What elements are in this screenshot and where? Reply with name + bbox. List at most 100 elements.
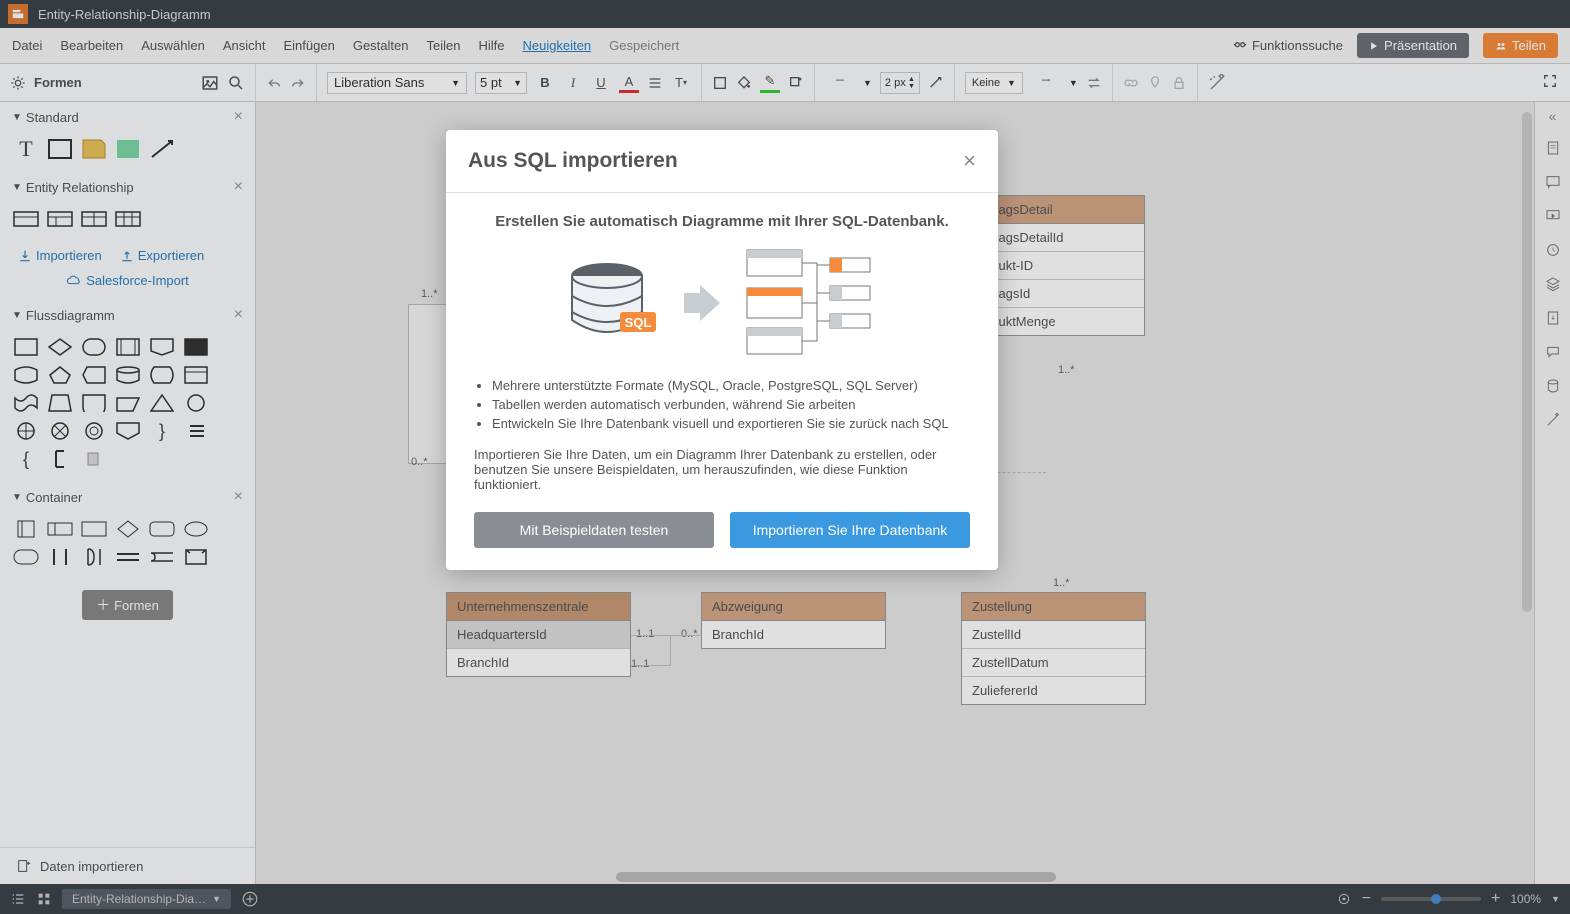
flow-shape-icon[interactable] (12, 420, 40, 442)
search-icon[interactable] (227, 74, 245, 92)
flow-shape-icon[interactable]: } (148, 420, 176, 442)
zoom-value[interactable]: 100% (1510, 892, 1541, 906)
line-style-icon[interactable] (825, 78, 855, 88)
er-shape-icon[interactable] (114, 208, 142, 230)
text-format-icon[interactable]: T▾ (671, 73, 691, 93)
export-link[interactable]: Exportieren (120, 248, 204, 263)
chevron-down-icon[interactable]: ▼ (1551, 894, 1560, 904)
section-er[interactable]: ▼ Entity Relationship × (0, 172, 255, 202)
app-logo-icon[interactable] (8, 4, 28, 24)
page-tab[interactable]: Entity-Relationship-Dia… ▼ (62, 889, 231, 909)
flow-shape-icon[interactable] (12, 364, 40, 386)
menu-help[interactable]: Hilfe (478, 38, 504, 53)
export-icon[interactable] (1543, 308, 1563, 328)
sample-data-button[interactable]: Mit Beispieldaten testen (474, 512, 714, 548)
container-shape-icon[interactable] (12, 518, 40, 540)
section-flow[interactable]: ▼ Flussdiagramm × (0, 300, 255, 330)
container-shape-icon[interactable] (46, 546, 74, 568)
bold-icon[interactable]: B (535, 73, 555, 93)
zoom-in-icon[interactable]: + (1491, 890, 1500, 908)
clock-icon[interactable] (1543, 240, 1563, 260)
er-shape-icon[interactable] (80, 208, 108, 230)
flow-shape-icon[interactable] (114, 420, 142, 442)
zoom-slider[interactable] (1381, 897, 1481, 901)
shapes-button-label[interactable]: Formen (34, 75, 82, 90)
flow-shape-icon[interactable] (46, 420, 74, 442)
flow-shape-icon[interactable] (46, 364, 74, 386)
redo-icon[interactable] (290, 75, 306, 91)
lock-icon[interactable] (1171, 75, 1187, 91)
flow-shape-icon[interactable] (80, 336, 108, 358)
menu-insert[interactable]: Einfügen (284, 38, 335, 53)
flow-shape-icon[interactable] (80, 448, 108, 470)
rect-shape-icon[interactable] (46, 138, 74, 160)
grid-view-icon[interactable] (36, 891, 52, 907)
flow-shape-icon[interactable]: { (12, 448, 40, 470)
flow-shape-icon[interactable] (114, 364, 142, 386)
close-icon[interactable]: × (963, 148, 976, 174)
flow-shape-icon[interactable] (12, 336, 40, 358)
container-shape-icon[interactable] (12, 546, 40, 568)
import-db-button[interactable]: Importieren Sie Ihre Datenbank (730, 512, 970, 548)
layers-icon[interactable] (1543, 274, 1563, 294)
container-shape-icon[interactable] (80, 518, 108, 540)
er-shape-icon[interactable] (12, 208, 40, 230)
section-standard[interactable]: ▼ Standard × (0, 102, 255, 132)
highlight-icon[interactable]: ✎ (760, 73, 780, 93)
chat-icon[interactable] (1543, 342, 1563, 362)
block-shape-icon[interactable] (114, 138, 142, 160)
image-icon[interactable] (201, 74, 219, 92)
entity-unternehmenszentrale[interactable]: Unternehmenszentrale HeadquartersId Bran… (446, 592, 631, 677)
menu-select[interactable]: Auswählen (141, 38, 205, 53)
presentation-icon[interactable] (1543, 206, 1563, 226)
menu-edit[interactable]: Bearbeiten (60, 38, 123, 53)
note-shape-icon[interactable] (80, 138, 108, 160)
flow-shape-icon[interactable] (12, 392, 40, 414)
data-import-button[interactable]: Daten importieren (0, 847, 255, 884)
container-shape-icon[interactable] (80, 546, 108, 568)
chevron-down-icon[interactable]: ▼ (863, 78, 872, 88)
align-icon[interactable] (647, 75, 663, 91)
italic-icon[interactable]: I (563, 73, 583, 93)
container-shape-icon[interactable] (114, 518, 142, 540)
list-view-icon[interactable] (10, 891, 26, 907)
target-icon[interactable] (1336, 891, 1352, 907)
line-curve-icon[interactable] (928, 75, 944, 91)
text-shape-icon[interactable]: T (12, 138, 40, 160)
import-link[interactable]: Importieren (18, 248, 102, 263)
document-title[interactable]: Entity-Relationship-Diagramm (38, 7, 211, 22)
border-icon[interactable] (712, 75, 728, 91)
function-search[interactable]: Funktionssuche (1232, 38, 1343, 54)
container-shape-icon[interactable] (114, 546, 142, 568)
add-page-icon[interactable] (241, 890, 259, 908)
share-button[interactable]: Teilen (1483, 33, 1558, 58)
wand-icon[interactable] (1543, 410, 1563, 430)
menu-format[interactable]: Gestalten (353, 38, 409, 53)
text-color-icon[interactable]: A (619, 73, 639, 93)
present-button[interactable]: Präsentation (1357, 33, 1469, 58)
flow-shape-icon[interactable] (182, 364, 210, 386)
flow-shape-icon[interactable] (80, 392, 108, 414)
formen-button[interactable]: ＋ Formen (82, 590, 173, 620)
flow-shape-icon[interactable] (182, 336, 210, 358)
pin-icon[interactable] (1147, 75, 1163, 91)
horizontal-scrollbar[interactable] (256, 872, 1534, 882)
flow-shape-icon[interactable] (182, 420, 210, 442)
er-shape-icon[interactable] (46, 208, 74, 230)
stroke-width-input[interactable]: 2 px ▲▼ (880, 72, 920, 94)
flow-shape-icon[interactable] (114, 392, 142, 414)
menu-view[interactable]: Ansicht (223, 38, 266, 53)
flow-shape-icon[interactable] (182, 392, 210, 414)
salesforce-link[interactable]: Salesforce-Import (66, 273, 189, 288)
undo-icon[interactable] (266, 75, 282, 91)
underline-icon[interactable]: U (591, 73, 611, 93)
menu-news[interactable]: Neuigkeiten (522, 38, 591, 53)
container-shape-icon[interactable] (182, 546, 210, 568)
line-shape-icon[interactable] (148, 138, 176, 160)
flow-shape-icon[interactable] (46, 392, 74, 414)
flow-shape-icon[interactable] (148, 364, 176, 386)
collapse-panel-icon[interactable]: « (1549, 108, 1557, 124)
comment-box-icon[interactable] (1543, 172, 1563, 192)
section-container[interactable]: ▼ Container × (0, 482, 255, 512)
flow-shape-icon[interactable] (114, 336, 142, 358)
